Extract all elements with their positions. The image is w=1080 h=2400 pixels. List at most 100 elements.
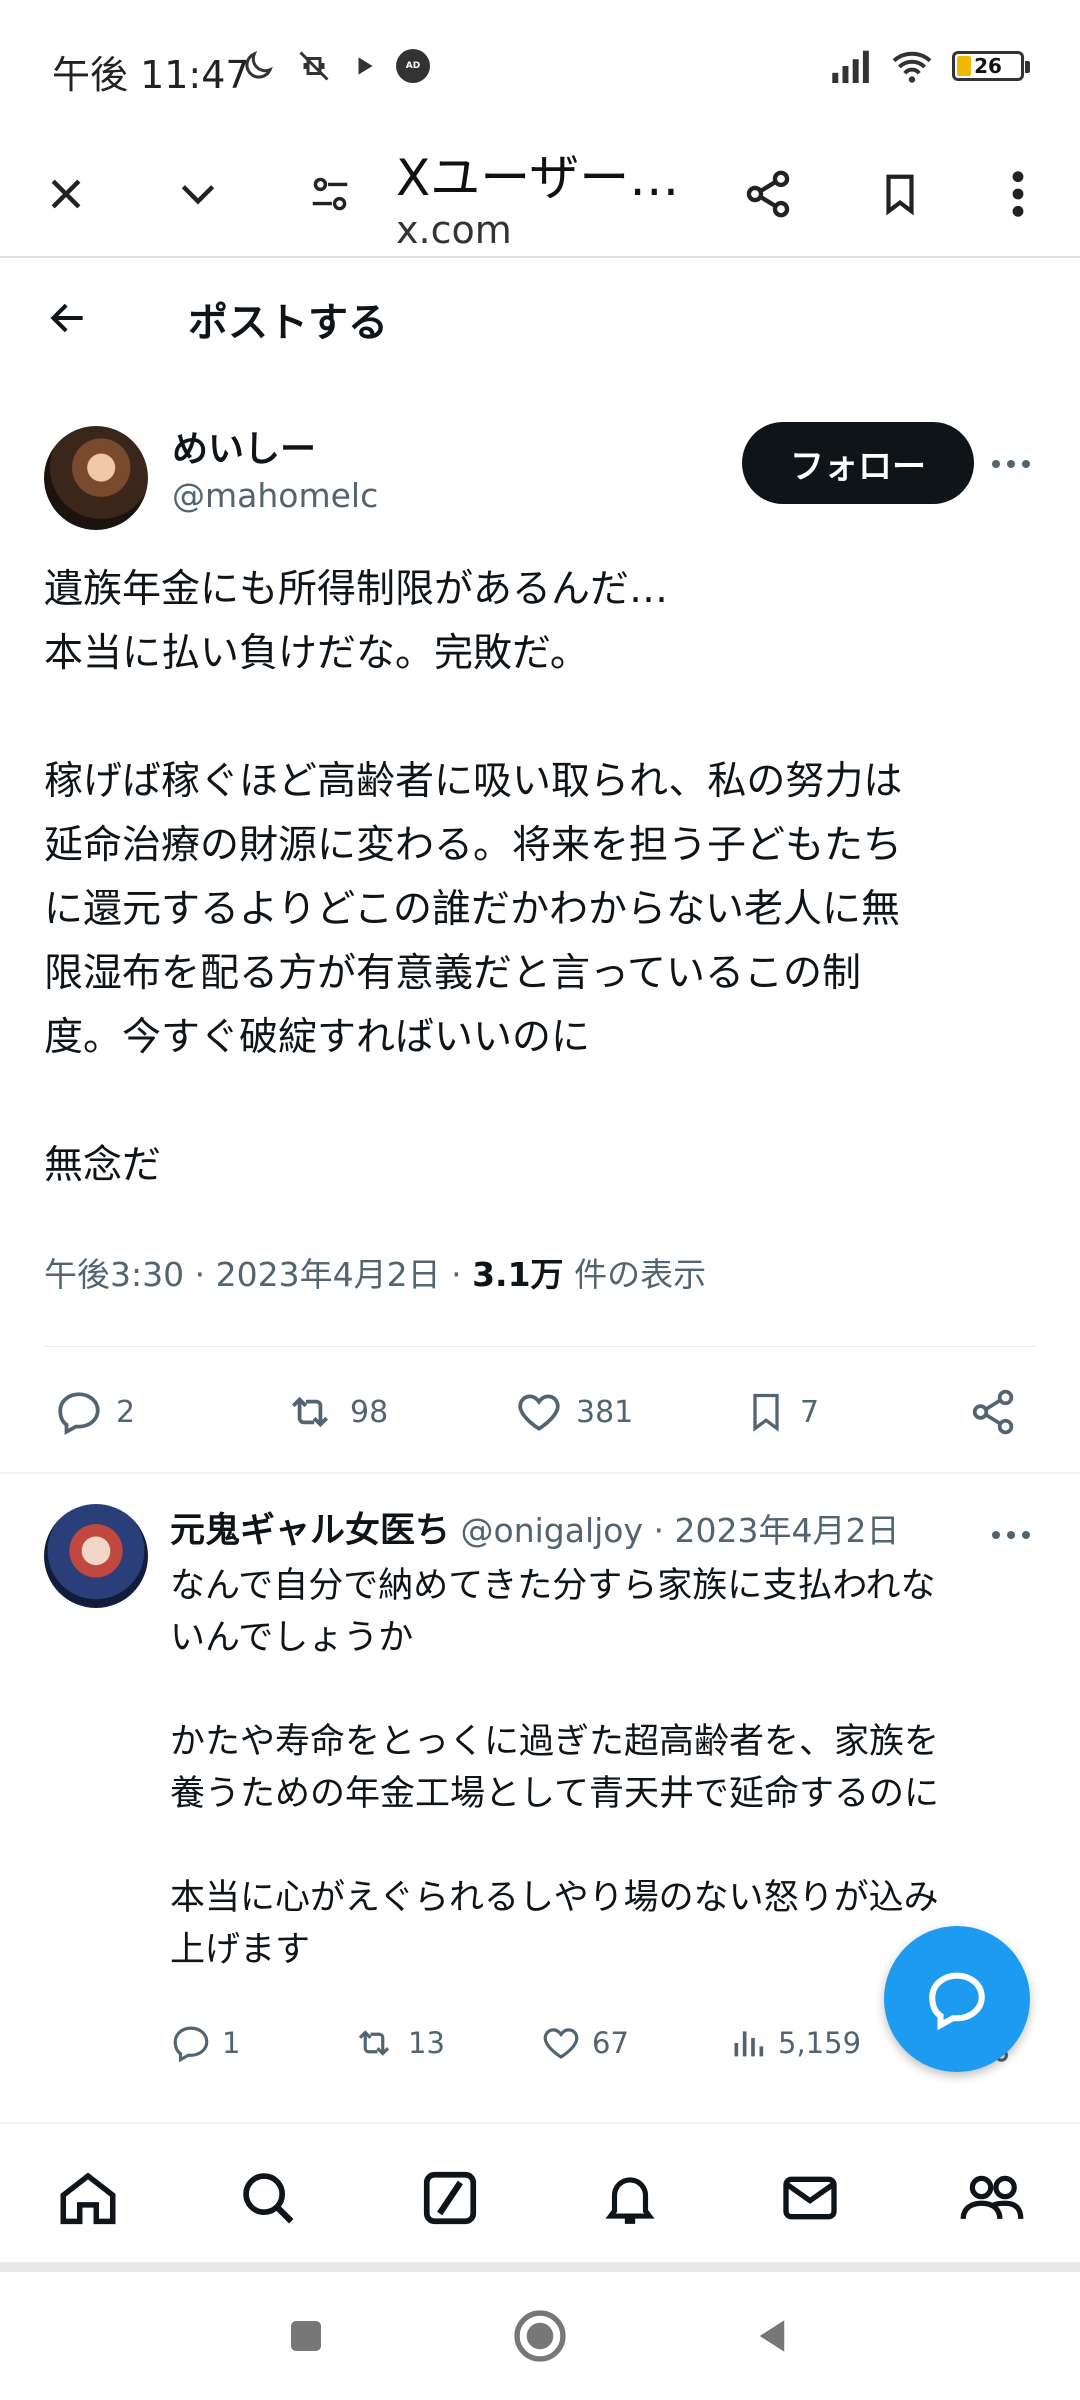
nav-home[interactable] [28, 2124, 148, 2272]
meta-separator: · [194, 1255, 206, 1294]
follow-button[interactable]: フォロー [742, 422, 974, 504]
reply-author-name[interactable]: 元鬼ギャル女医ち [170, 1511, 450, 1551]
status-time: 午後 11:47 [52, 53, 250, 97]
repost-count: 98 [350, 1394, 389, 1430]
repost-icon [358, 2030, 390, 2056]
heart-icon [543, 2028, 579, 2059]
bookmark-page-button[interactable] [852, 130, 948, 258]
vibrate-off-icon [299, 51, 329, 81]
nav-messages[interactable] [750, 2124, 870, 2272]
bookmark-button[interactable]: 7 [744, 1362, 819, 1462]
post-date[interactable]: 2023年4月2日 [216, 1255, 441, 1294]
back-button[interactable] [36, 286, 100, 350]
communities-icon [960, 2175, 1024, 2220]
reply-repost-button[interactable]: 13 [350, 2008, 445, 2078]
share-icon [746, 170, 790, 218]
close-icon [51, 179, 81, 209]
close-tab-button[interactable] [18, 130, 114, 258]
reply-more-button[interactable] [986, 1510, 1036, 1560]
battery-level: 26 [974, 54, 1002, 78]
page-title: ポストする [188, 300, 388, 346]
chat-bubble-icon [929, 1972, 985, 2031]
reply-header: 元鬼ギャル女医ち @onigaljoy · 2023年4月2日 [170, 1502, 1010, 1553]
meta-separator: · [451, 1255, 462, 1294]
bell-icon [605, 2177, 655, 2224]
post-time[interactable]: 午後3:30 [44, 1255, 184, 1294]
reply-author-handle[interactable]: @onigaljoy [461, 1511, 644, 1550]
author-avatar[interactable] [44, 426, 148, 530]
reply-count: 2 [116, 1394, 136, 1430]
repost-button[interactable]: 98 [282, 1362, 388, 1462]
share-icon [972, 1389, 1014, 1435]
chevron-down-icon [181, 185, 215, 205]
like-button[interactable]: 381 [514, 1362, 633, 1462]
site-settings-button[interactable] [282, 130, 378, 258]
author-name[interactable]: めいしー [172, 420, 316, 472]
reply-views-button[interactable]: 5,159 [728, 2008, 861, 2078]
page-header: ポストする [0, 258, 1080, 378]
home-icon [60, 2172, 116, 2225]
reply-icon [58, 1392, 100, 1435]
compose-reply-fab[interactable] [884, 1926, 1030, 2072]
do-not-disturb-moon-icon [245, 51, 273, 79]
section-divider [0, 1472, 1080, 1474]
reply-reply-button[interactable]: 1 [170, 2008, 240, 2078]
square-icon [291, 2321, 321, 2351]
battery-icon: 26 [952, 51, 1030, 81]
reply-repost-count: 13 [408, 2026, 445, 2060]
bookmark-icon [753, 1393, 779, 1432]
back-system-button[interactable] [712, 2272, 832, 2400]
browser-toolbar: Xユーザー… x.com [0, 130, 1080, 258]
meta-separator: · [653, 1511, 665, 1550]
heart-icon [518, 1394, 560, 1431]
divider [44, 1346, 1036, 1347]
reply-like-count: 67 [592, 2026, 629, 2060]
author-handle[interactable]: @mahomelc [172, 476, 378, 515]
more-horizontal-icon [992, 1531, 1030, 1539]
nav-grok[interactable] [390, 2124, 510, 2272]
share-button[interactable] [720, 130, 816, 258]
views-count: 3.1万 [472, 1255, 564, 1294]
more-vertical-icon [1012, 171, 1024, 217]
reply-reply-count: 1 [222, 2026, 241, 2060]
post-text: 遺族年金にも所得制限があるんだ… 本当に払い負けだな。完敗だ。 稼げば稼ぐほど高… [44, 567, 903, 1188]
post-meta: 午後3:30 · 2023年4月2日 · 3.1万 件の表示 [44, 1248, 706, 1296]
adblock-icon: AD [396, 49, 430, 83]
reply-avatar[interactable] [44, 1504, 148, 1608]
mail-icon [783, 2176, 837, 2220]
nav-notifications[interactable] [570, 2124, 690, 2272]
reply-like-button[interactable]: 67 [540, 2008, 629, 2078]
triangle-back-icon [759, 2320, 785, 2352]
recents-button[interactable] [246, 2272, 366, 2400]
like-count: 381 [576, 1394, 634, 1430]
post-more-button[interactable] [986, 434, 1036, 494]
reply-date[interactable]: 2023年4月2日 [675, 1511, 900, 1550]
tab-url: x.com [396, 208, 512, 252]
nav-search[interactable] [208, 2124, 328, 2272]
share-post-button[interactable] [968, 1362, 1018, 1462]
more-horizontal-icon [992, 460, 1030, 468]
analytics-icon [734, 2031, 764, 2057]
tab-title-area[interactable]: Xユーザー… x.com [396, 138, 679, 252]
reply-icon [173, 2026, 209, 2063]
home-system-button[interactable] [480, 2272, 600, 2400]
arrow-left-icon [50, 303, 83, 333]
post-actions: 2 98 381 7 [44, 1362, 1036, 1462]
wifi-icon [892, 51, 932, 83]
bookmark-icon [886, 174, 914, 216]
repost-icon [292, 1396, 328, 1428]
reply-button[interactable]: 2 [54, 1362, 135, 1462]
tab-title: Xユーザー… [396, 149, 680, 207]
minimize-tab-button[interactable] [150, 130, 246, 258]
play-store-icon [358, 57, 373, 75]
nav-communities[interactable] [932, 2124, 1052, 2272]
views-label: 件の表示 [574, 1255, 707, 1294]
menu-button[interactable] [970, 130, 1066, 258]
grok-icon [423, 2171, 477, 2225]
nav-shadow [0, 2262, 1080, 2272]
reply-views-count: 5,159 [778, 2026, 862, 2060]
signal-icon [832, 50, 869, 83]
circle-home-icon [514, 2310, 566, 2362]
tune-icon [312, 177, 348, 211]
bookmark-count: 7 [800, 1394, 820, 1430]
